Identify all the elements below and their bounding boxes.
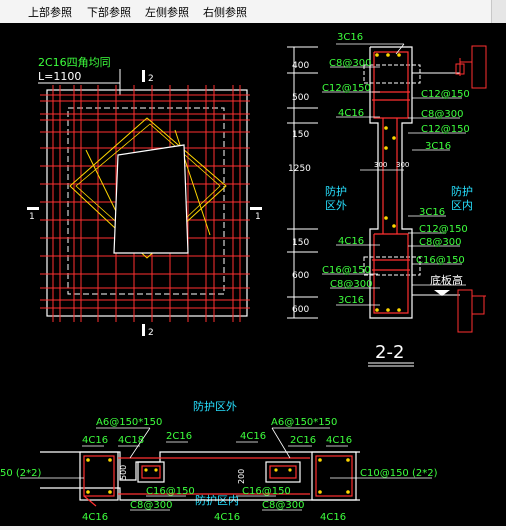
bottom-label-c8-300-b: C8@300 <box>262 500 304 511</box>
section-mark-label-1-right: 1 <box>255 212 261 222</box>
cad-drawing-canvas[interactable]: 2C16四角均同 L=1100 2 2 1 1 400 500 150 1250… <box>0 23 506 526</box>
section-2-2: 400 500 150 1250 150 600 600 3C16 C8@300… <box>287 32 487 367</box>
bottom-label-2c16-a: 2C16 <box>166 431 192 442</box>
bottom-dim-200: 200 <box>237 469 246 484</box>
dim-1250: 1250 <box>288 164 311 174</box>
sec-label-c12-150-right: C12@150 <box>421 89 470 100</box>
sec-label-c8-300-bottom: C8@300 <box>330 279 372 290</box>
sec-label-c8-300-right: C8@300 <box>421 109 463 120</box>
bottom-label-a6-right: A6@150*150 <box>271 417 337 428</box>
sec-label-c12-150-lower: C12@150 <box>419 224 468 235</box>
bottom-label-c16-150-b: C16@150 <box>242 486 291 497</box>
plan-view: 2C16四角均同 L=1100 2 2 1 1 <box>27 56 262 338</box>
dim-500: 500 <box>292 93 309 103</box>
section-mark-right <box>250 207 262 210</box>
bottom-label-2c16-b: 2C16 <box>290 435 316 446</box>
dim-600-b: 600 <box>292 305 309 315</box>
cad-drawing: 2C16四角均同 L=1100 2 2 1 1 400 500 150 1250… <box>0 32 487 523</box>
section-mark-label-2-bottom: 2 <box>148 328 154 338</box>
sec-label-fanghu-left: 防护 <box>325 184 347 198</box>
bottom-label-c16-150-a: C16@150 <box>146 486 195 497</box>
vertical-scrollbar[interactable] <box>491 0 506 23</box>
bottom-detail: 防护区外 防护区内 A6@150*150 A6@150*150 4C16 4C1… <box>0 399 438 523</box>
section-mark-left <box>27 207 39 210</box>
section-mark-top <box>142 70 145 82</box>
sec-label-c8-300-lower: C8@300 <box>419 237 461 248</box>
reference-tab-bar: 上部参照 下部参照 左侧参照 右侧参照 <box>0 0 506 24</box>
sec-label-c8-300-top: C8@300 <box>329 58 371 69</box>
plan-note-line2: L=1100 <box>38 70 81 83</box>
tab-top-reference[interactable]: 上部参照 <box>28 4 72 20</box>
sec-label-4c16-lower: 4C16 <box>338 236 364 247</box>
section-title: 2-2 <box>375 342 404 363</box>
bottom-label-50-2x2: 50 (2*2) <box>0 468 42 479</box>
sec-dim-300-right: 300 <box>396 161 409 169</box>
sec-label-c12-150-right-b: C12@150 <box>421 124 470 135</box>
bottom-dim-500: 500 <box>119 465 128 480</box>
sec-label-fanghu-right: 防护 <box>451 184 473 198</box>
sec-dim-300-left: 300 <box>374 161 387 169</box>
bottom-label-4c16-c: 4C16 <box>326 435 352 446</box>
bottom-title-outside: 防护区外 <box>193 399 237 413</box>
bottom-label-c10-150: C10@150 (2*2) <box>360 468 438 479</box>
bottom-label-4c16-f: 4C16 <box>320 512 346 523</box>
plan-note-line1: 2C16四角均同 <box>38 56 111 69</box>
tab-left-reference[interactable]: 左侧参照 <box>145 4 189 20</box>
dim-600: 600 <box>292 271 309 281</box>
bottom-label-4c16-b: 4C16 <box>240 431 266 442</box>
dim-400: 400 <box>292 61 309 71</box>
sec-label-dibangao: 底板高 <box>430 273 463 287</box>
level-marker-top <box>455 45 487 89</box>
tab-right-reference[interactable]: 右侧参照 <box>203 4 247 20</box>
bottom-label-c8-300-a: C8@300 <box>130 500 172 511</box>
section-mark-label-2-top: 2 <box>148 74 154 84</box>
plan-opening <box>113 144 189 254</box>
dim-150-b: 150 <box>292 238 309 248</box>
sec-label-c16-150-left: C16@150 <box>322 265 371 276</box>
bottom-label-4c18: 4C18 <box>118 435 144 446</box>
dim-150: 150 <box>292 130 309 140</box>
section-mark-label-1-left: 1 <box>29 212 35 222</box>
bottom-label-4c16-d: 4C16 <box>82 512 108 523</box>
sec-label-3c16-mid: 3C16 <box>425 141 451 152</box>
bottom-label-4c16-e: 4C16 <box>214 512 240 523</box>
sec-label-3c16-top: 3C16 <box>337 32 363 43</box>
sec-label-qunei: 区内 <box>451 198 473 212</box>
sec-label-c12-150-left: C12@150 <box>322 83 371 94</box>
sec-label-4c16: 4C16 <box>338 108 364 119</box>
section-mark-bottom <box>142 324 145 336</box>
sec-label-c16-150-right: C16@150 <box>416 255 465 266</box>
tab-bottom-reference[interactable]: 下部参照 <box>87 4 131 20</box>
sec-label-3c16-lower: 3C16 <box>419 207 445 218</box>
section-outline <box>369 46 413 319</box>
sec-label-3c16-bottom: 3C16 <box>338 295 364 306</box>
sec-label-quwai: 区外 <box>325 199 347 212</box>
bottom-label-4c16-a: 4C16 <box>82 435 108 446</box>
bottom-label-a6-left: A6@150*150 <box>96 417 162 428</box>
level-marker-bottom <box>457 289 486 333</box>
